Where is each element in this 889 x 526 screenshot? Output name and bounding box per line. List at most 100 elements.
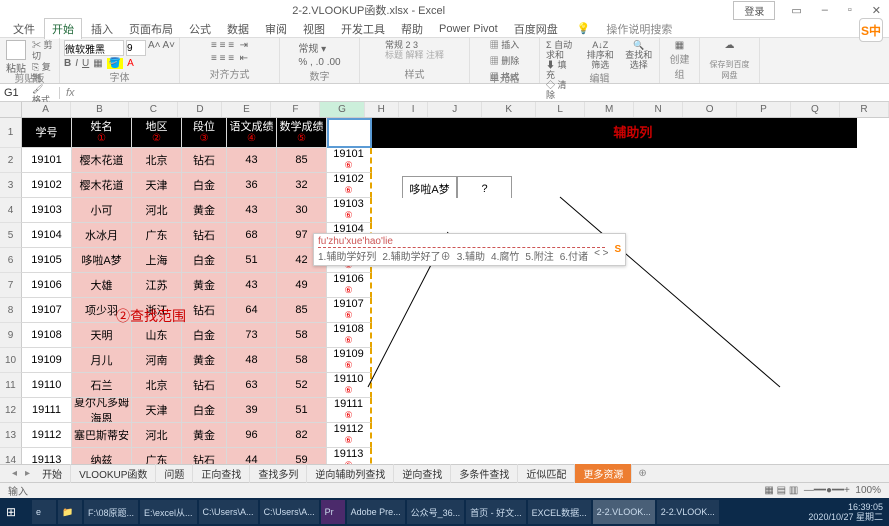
ribbon-options-icon[interactable]: ▭ <box>787 4 805 17</box>
cell[interactable]: 小可 <box>72 198 132 223</box>
tab-file[interactable]: 文件 <box>6 19 42 39</box>
name-box[interactable]: G1 <box>0 87 60 99</box>
start-button[interactable]: ⊞ <box>2 500 30 524</box>
sheet-nav-prev[interactable]: ◂ <box>8 468 21 479</box>
tab-baidu[interactable]: 百度网盘 <box>507 19 565 39</box>
sheet-tab[interactable]: 问题 <box>156 464 193 483</box>
baidu-save-button[interactable]: ☁ <box>725 40 735 59</box>
autosum-button[interactable]: Σ 自动求和 <box>546 40 574 60</box>
cell[interactable]: 19104 <box>22 223 72 248</box>
taskbar-item[interactable]: Adobe Pre... <box>347 500 405 524</box>
col-O[interactable]: O <box>683 102 737 117</box>
task-explorer-icon[interactable]: 📁 <box>58 500 82 524</box>
col-A[interactable]: A <box>22 102 71 117</box>
insert-cells-button[interactable]: ▦ 插入 <box>490 40 520 50</box>
cell[interactable]: 63 <box>227 373 277 398</box>
col-M[interactable]: M <box>585 102 634 117</box>
cell[interactable]: 夏尔凡多姆海恩 <box>72 398 132 423</box>
sheet-tab[interactable]: 多条件查找 <box>451 464 518 483</box>
col-N[interactable]: N <box>634 102 683 117</box>
cell[interactable]: 85 <box>277 148 327 173</box>
cell[interactable]: 钻石 <box>182 148 227 173</box>
sheet-nav-next[interactable]: ▸ <box>21 468 34 479</box>
ime-cand-5[interactable]: 5.附注 <box>525 248 553 263</box>
cell[interactable]: 51 <box>277 398 327 423</box>
tab-dev[interactable]: 开发工具 <box>334 19 392 39</box>
system-tray[interactable]: 16:39:05 2020/10/27 星期二 <box>808 502 887 522</box>
cell[interactable]: 73 <box>227 323 277 348</box>
lookup-name-cell[interactable]: 哆啦A梦 <box>402 176 457 199</box>
col-C[interactable]: C <box>129 102 178 117</box>
fill-button[interactable]: ⬇ 填充 <box>546 60 574 80</box>
taskbar-item[interactable]: 首页 - 好文... <box>466 500 526 524</box>
cell[interactable]: 52 <box>277 373 327 398</box>
view-normal-icon[interactable]: ▦ <box>764 485 773 496</box>
cell[interactable]: 19111 <box>22 398 72 423</box>
ime-candidate-bar[interactable]: fu'zhu'xue'hao'lie 1.辅助学好列 2.辅助学好了⊕ 3.辅助… <box>313 233 626 266</box>
lookup-result-cell[interactable]: ? <box>457 176 512 199</box>
cell[interactable]: 河南 <box>132 348 182 373</box>
col-J[interactable]: J <box>428 102 482 117</box>
clear-button[interactable]: ◇ 清除 <box>546 80 574 100</box>
tab-review[interactable]: 审阅 <box>258 19 294 39</box>
cell[interactable]: 82 <box>277 423 327 448</box>
minimize-button[interactable]: – <box>818 4 832 16</box>
cell[interactable]: 钻石 <box>182 298 227 323</box>
cell[interactable]: 大雄 <box>72 273 132 298</box>
ime-more[interactable]: < > <box>594 248 608 263</box>
cell[interactable]: 钻石 <box>182 448 227 464</box>
col-F[interactable]: F <box>271 102 320 117</box>
cell[interactable]: 水冰月 <box>72 223 132 248</box>
cell[interactable]: 32 <box>277 173 327 198</box>
sheet-tab[interactable]: VLOOKUP函数 <box>71 464 156 483</box>
cell[interactable]: 项少羽 <box>72 298 132 323</box>
tell-me-input[interactable]: 操作说明搜索 <box>606 21 672 37</box>
taskbar-item[interactable]: C:\Users\A... <box>260 500 319 524</box>
cell[interactable]: 96 <box>227 423 277 448</box>
col-L[interactable]: L <box>536 102 585 117</box>
border-button[interactable]: ▦ <box>93 58 102 69</box>
ime-cand-4[interactable]: 4.腐竹 <box>491 248 519 263</box>
tab-layout[interactable]: 页面布局 <box>122 19 180 39</box>
tab-insert[interactable]: 插入 <box>84 19 120 39</box>
cell[interactable]: 广东 <box>132 448 182 464</box>
cell[interactable]: 19110 <box>22 373 72 398</box>
cell[interactable]: 樱木花道 <box>72 148 132 173</box>
cell[interactable]: 19105 <box>22 248 72 273</box>
ime-cand-2[interactable]: 2.辅助学好了⊕ <box>382 248 450 263</box>
cell[interactable]: 黄金 <box>182 423 227 448</box>
col-B[interactable]: B <box>71 102 130 117</box>
cell[interactable]: 哆啦A梦 <box>72 248 132 273</box>
cell[interactable]: 黄金 <box>182 348 227 373</box>
cell[interactable]: 19102 <box>22 173 72 198</box>
cell[interactable]: 85 <box>277 298 327 323</box>
cell[interactable]: 19108 <box>22 323 72 348</box>
cell[interactable]: 樱木花道 <box>72 173 132 198</box>
cell[interactable]: 19112 <box>22 423 72 448</box>
cell[interactable]: 19102⑥ <box>327 173 372 198</box>
font-color-button[interactable]: A <box>127 58 134 69</box>
cell[interactable]: 山东 <box>132 323 182 348</box>
cell[interactable]: 江苏 <box>132 273 182 298</box>
cell[interactable]: 48 <box>227 348 277 373</box>
cell[interactable]: 广东 <box>132 223 182 248</box>
cell[interactable]: 河北 <box>132 423 182 448</box>
tab-help[interactable]: 帮助 <box>394 19 430 39</box>
view-break-icon[interactable]: ▥ <box>789 485 798 496</box>
sheet-tab[interactable]: 近似匹配 <box>518 464 575 483</box>
sheet-tab[interactable]: 逆向辅助列查找 <box>307 464 394 483</box>
cell[interactable]: 纳兹 <box>72 448 132 464</box>
login-button[interactable]: 登录 <box>733 1 775 20</box>
cell[interactable]: 19108⑥ <box>327 323 372 348</box>
fx-icon[interactable]: fx <box>60 87 81 99</box>
cell[interactable]: 30 <box>277 198 327 223</box>
italic-button[interactable]: I <box>75 58 78 69</box>
col-K[interactable]: K <box>482 102 536 117</box>
zoom-level[interactable]: 100% <box>855 485 881 496</box>
ime-cand-3[interactable]: 3.辅助 <box>457 248 485 263</box>
cell[interactable]: 19111⑥ <box>327 398 372 423</box>
increase-font-icon[interactable]: A˄ <box>148 40 161 56</box>
cell[interactable]: 19113⑥ <box>327 448 372 464</box>
cell[interactable]: 月儿 <box>72 348 132 373</box>
cell[interactable]: 19106 <box>22 273 72 298</box>
